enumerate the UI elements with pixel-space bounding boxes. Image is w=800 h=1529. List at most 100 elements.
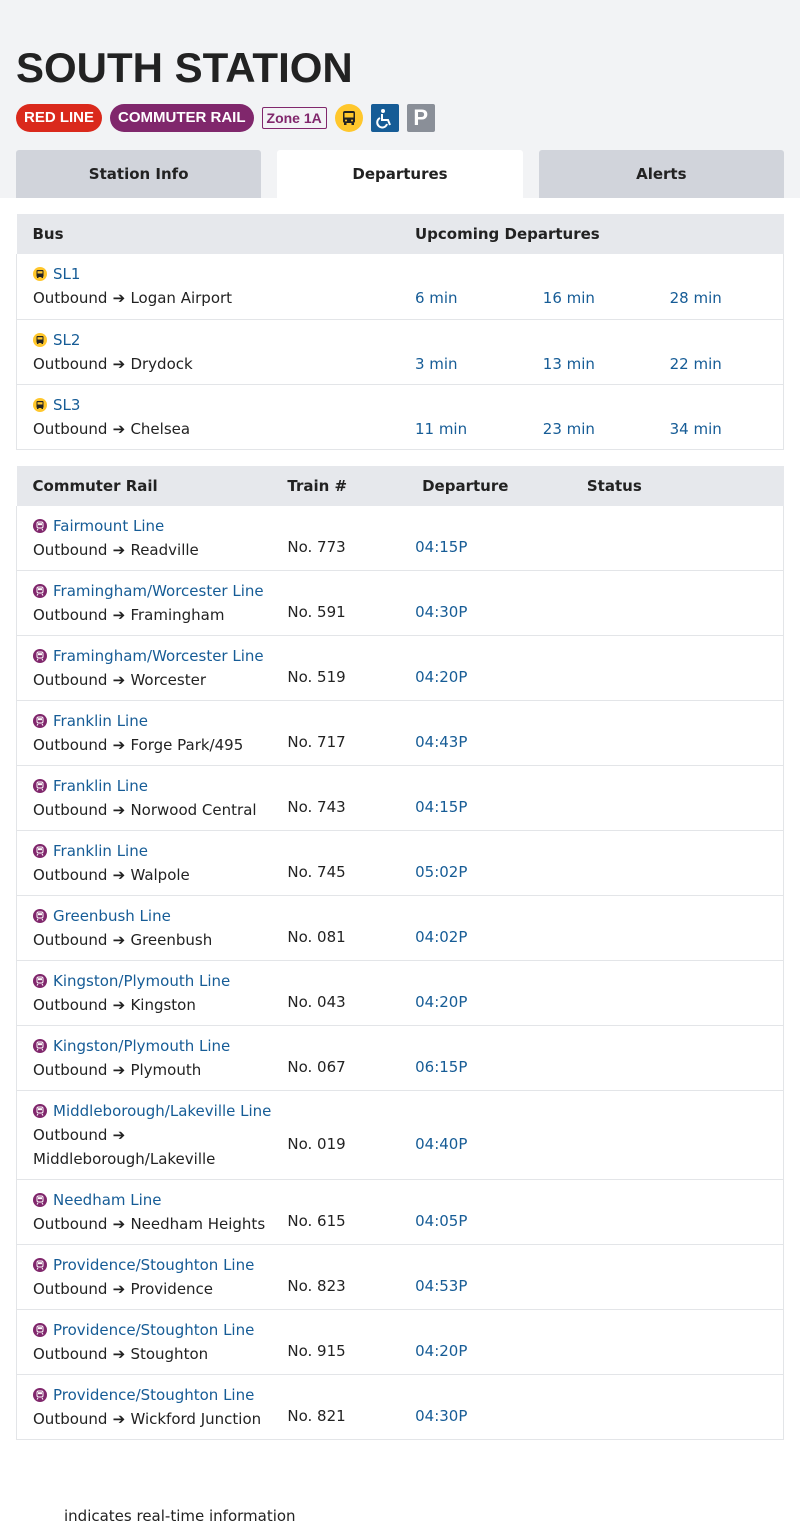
route-link[interactable]: Franklin Line — [33, 774, 279, 798]
train-number: No. 019 — [287, 1135, 346, 1153]
departure-time[interactable]: 34 min — [670, 420, 722, 438]
arrow-right-icon: ➔ — [107, 1410, 131, 1428]
route-link[interactable]: Kingston/Plymouth Line — [33, 969, 279, 993]
bus-departures-table: Bus Upcoming Departures SL1 Outbound ➔ Lo… — [16, 214, 784, 450]
destination-label: Kingston — [130, 996, 196, 1014]
direction-label: Outbound — [33, 606, 108, 624]
rail-row: Middleborough/Lakeville Line Outbound ➔ M… — [16, 1090, 784, 1180]
train-number-cell: No. 591 — [287, 571, 415, 636]
departure-time[interactable]: 3 min — [415, 355, 458, 373]
tab-station-info[interactable]: Station Info — [16, 150, 262, 198]
train-number: No. 717 — [287, 733, 346, 751]
accessible-icon[interactable] — [370, 104, 399, 132]
route-link[interactable]: Franklin Line — [33, 709, 279, 733]
destination-label: Needham Heights — [130, 1215, 266, 1233]
departure-cell: 04:43P — [415, 701, 587, 766]
departure-time[interactable]: 04:40P — [415, 1135, 467, 1153]
departure-time[interactable]: 04:05P — [415, 1212, 467, 1230]
train-icon — [33, 1388, 47, 1402]
red-line-badge[interactable]: RED LINE — [16, 104, 103, 132]
departure-time[interactable]: 13 min — [543, 355, 595, 373]
route-link[interactable]: Greenbush Line — [33, 904, 279, 928]
departure-time[interactable]: 04:20P — [415, 668, 467, 686]
arrow-right-icon: ➔ — [107, 606, 131, 624]
departure-time[interactable]: 04:15P — [415, 798, 467, 816]
departure-time[interactable]: 04:30P — [415, 1407, 467, 1425]
direction-label: Outbound — [33, 1345, 108, 1363]
tab-alerts[interactable]: Alerts — [538, 150, 784, 198]
destination-line: Outbound ➔ Readville — [33, 538, 279, 562]
destination-label: Readville — [130, 541, 199, 559]
departure-time[interactable]: 04:20P — [415, 1342, 467, 1360]
arrow-right-icon: ➔ — [107, 354, 131, 373]
departure-time[interactable]: 05:02P — [415, 863, 467, 881]
arrow-right-icon: ➔ — [107, 1215, 131, 1233]
departure-cell: 04:15P — [415, 506, 587, 571]
train-icon — [33, 584, 47, 598]
route-link[interactable]: Needham Line — [33, 1188, 279, 1212]
route-link[interactable]: SL2 — [33, 328, 415, 352]
route-link[interactable]: SL3 — [33, 393, 415, 417]
route-link[interactable]: Framingham/Worcester Line — [33, 644, 279, 668]
parking-icon[interactable]: P — [406, 104, 435, 132]
departure-time-cell: 16 min — [543, 254, 670, 319]
destination-label: Middleborough/Lakeville — [33, 1150, 216, 1168]
train-number-cell: No. 615 — [287, 1180, 415, 1245]
departure-cell: 04:53P — [415, 1245, 587, 1310]
arrow-right-icon: ➔ — [107, 1280, 131, 1298]
train-number: No. 615 — [287, 1212, 346, 1230]
bus-icon[interactable] — [334, 104, 363, 132]
route-cell: Framingham/Worcester Line Outbound ➔ Worc… — [17, 636, 288, 701]
tab-departures[interactable]: Departures — [277, 150, 523, 198]
route-link[interactable]: Framingham/Worcester Line — [33, 579, 279, 603]
train-icon — [33, 714, 47, 728]
route-link[interactable]: Fairmount Line — [33, 514, 279, 538]
route-link[interactable]: Providence/Stoughton Line — [33, 1318, 279, 1342]
route-link[interactable]: Franklin Line — [33, 839, 279, 863]
destination-line: Outbound ➔ Plymouth — [33, 1058, 279, 1082]
departure-cell: 04:15P — [415, 766, 587, 831]
departure-time[interactable]: 04:43P — [415, 733, 467, 751]
departure-time[interactable]: 06:15P — [415, 1058, 467, 1076]
destination-line: Outbound ➔ Stoughton — [33, 1342, 279, 1366]
destination-line: Outbound ➔ Worcester — [33, 668, 279, 692]
status-cell — [587, 1375, 784, 1440]
route-name: Fairmount Line — [53, 517, 165, 535]
train-number-cell: No. 915 — [287, 1310, 415, 1375]
rail-row: Greenbush Line Outbound ➔ Greenbush No. 08… — [16, 895, 784, 961]
direction-label: Outbound — [33, 1126, 108, 1144]
departure-time[interactable]: 04:02P — [415, 928, 467, 946]
page-title: SOUTH STATION — [16, 44, 353, 91]
status-cell — [587, 766, 784, 831]
departure-time[interactable]: 04:53P — [415, 1277, 467, 1295]
destination-line: Outbound ➔ Norwood Central — [33, 798, 279, 822]
route-link[interactable]: Providence/Stoughton Line — [33, 1383, 279, 1407]
route-cell: Franklin Line Outbound ➔ Walpole — [17, 831, 288, 896]
destination-line: Outbound ➔ Needham Heights — [33, 1212, 279, 1236]
departure-time[interactable]: 04:15P — [415, 538, 467, 556]
direction-label: Outbound — [33, 289, 108, 307]
route-name: SL3 — [53, 395, 81, 414]
route-link[interactable]: Providence/Stoughton Line — [33, 1253, 279, 1277]
departure-time[interactable]: 22 min — [670, 355, 722, 373]
rail-row: Providence/Stoughton Line Outbound ➔ Stou… — [16, 1309, 784, 1375]
departure-time[interactable]: 28 min — [670, 289, 722, 307]
rail-row: Kingston/Plymouth Line Outbound ➔ Plymout… — [16, 1025, 784, 1091]
station-badges: RED LINE COMMUTER RAIL Zone 1A P — [16, 104, 443, 132]
train-number: No. 743 — [287, 798, 346, 816]
route-link[interactable]: SL1 — [33, 262, 415, 286]
departure-cell: 05:02P — [415, 831, 587, 896]
route-cell: Kingston/Plymouth Line Outbound ➔ Kingsto… — [17, 961, 288, 1026]
departure-time[interactable]: 04:30P — [415, 603, 467, 621]
route-link[interactable]: Kingston/Plymouth Line — [33, 1034, 279, 1058]
destination-label: Worcester — [130, 671, 206, 689]
departure-time[interactable]: 16 min — [543, 289, 595, 307]
commuter-rail-column-header: Commuter Rail — [16, 466, 288, 506]
departure-time[interactable]: 6 min — [415, 289, 458, 307]
commuter-rail-badge[interactable]: COMMUTER RAIL — [110, 104, 254, 132]
departure-time[interactable]: 11 min — [415, 420, 467, 438]
arrow-right-icon: ➔ — [107, 801, 131, 819]
departure-time[interactable]: 23 min — [543, 420, 595, 438]
departure-time[interactable]: 04:20P — [415, 993, 467, 1011]
route-link[interactable]: Middleborough/Lakeville Line — [33, 1099, 279, 1123]
